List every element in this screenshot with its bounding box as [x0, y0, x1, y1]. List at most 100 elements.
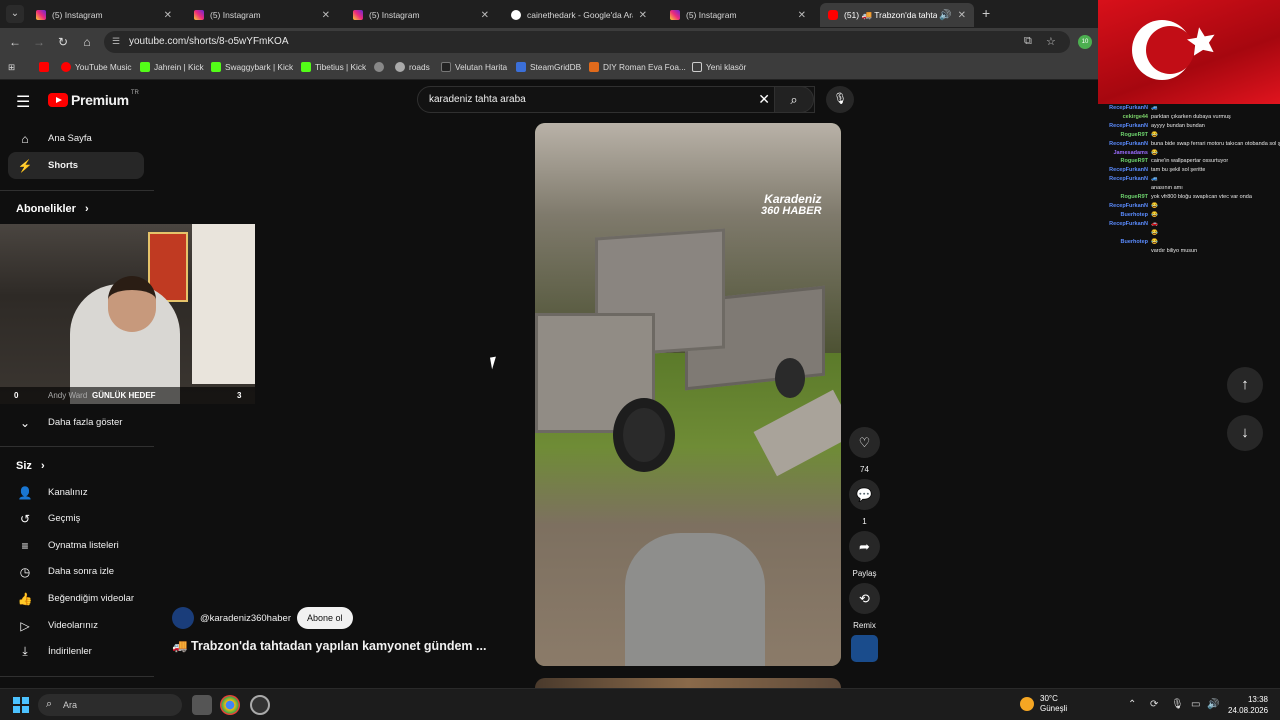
bookmark-item[interactable]: roads	[395, 62, 430, 72]
chat-message: RecepFurkanN 🚗	[1088, 220, 1280, 229]
bookmark-item[interactable]: YouTube Music	[61, 62, 132, 72]
bookmark-item[interactable]	[374, 62, 388, 72]
close-icon[interactable]: ✕	[322, 10, 330, 21]
browser-tab[interactable]: (5) Instagram ✕	[28, 3, 180, 27]
sidebar-item-label: Oynatma listeleri	[48, 540, 119, 551]
watch-later-icon: ◷	[19, 564, 31, 579]
home-icon[interactable]: ⌂	[78, 33, 96, 51]
network-icon[interactable]: ▭	[1191, 699, 1200, 710]
close-icon[interactable]: ✕	[798, 10, 806, 21]
instagram-icon	[670, 10, 680, 20]
apps-icon[interactable]: ⊞	[8, 62, 15, 72]
install-app-icon[interactable]: ⧉	[1024, 35, 1032, 48]
task-view-icon[interactable]	[192, 695, 212, 715]
close-icon[interactable]: ✕	[164, 10, 172, 21]
new-tab-button[interactable]: +	[982, 5, 990, 21]
search-input[interactable]: karadeniz tahta araba	[429, 94, 526, 105]
bookmark-youtube[interactable]	[39, 62, 53, 72]
address-bar[interactable]: ☰ youtube.com/shorts/8-o5wYFmKOA ⧉ ☆	[104, 31, 1070, 53]
reload-icon[interactable]: ↻	[54, 33, 72, 51]
kick-icon	[211, 62, 221, 72]
short-title[interactable]: 🚚 Trabzon'da tahtadan yapılan kamyonet g…	[172, 639, 486, 654]
comments-button[interactable]: 💬 1	[849, 479, 880, 526]
comment-count: 1	[862, 517, 867, 526]
windows-start-icon[interactable]	[13, 697, 29, 713]
search-bar[interactable]: karadeniz tahta araba ✕ ⌕	[417, 86, 815, 113]
goal-label: GÜNLÜK HEDEF	[92, 391, 156, 400]
browser-tab[interactable]: cainethedark - Google'da Ara ✕	[503, 3, 655, 27]
clock[interactable]: 13:38 24.08.2026	[1228, 694, 1268, 716]
sidebar-item-shorts[interactable]: ⚡ Shorts	[8, 152, 144, 179]
bookmark-item[interactable]: DIY Roman Eva Foa...	[589, 62, 686, 72]
subscriptions-header[interactable]: Abonelikler ›	[16, 203, 89, 215]
browser-tab-active[interactable]: (51) 🚚 Trabzon'da tahtada 🔊 ✕	[820, 3, 974, 27]
crescent-star-icon	[1132, 20, 1215, 80]
site-info-icon[interactable]: ☰	[112, 36, 124, 48]
sidebar-item-label: Beğendiğim videolar	[48, 593, 135, 604]
taskbar-search[interactable]: ⌕ Ara	[38, 694, 182, 716]
tab-search-button[interactable]: ⌄	[6, 5, 24, 23]
bookmark-item[interactable]: Tibetius | Kick	[301, 62, 366, 72]
sidebar-item-label: Shorts	[48, 160, 79, 171]
sidebar-item-home[interactable]: ⌂ Ana Sayfa	[8, 125, 144, 152]
back-icon[interactable]: ←	[6, 33, 24, 51]
microphone-icon[interactable]: 🎙	[1171, 699, 1184, 710]
short-video-player[interactable]: Karadeniz 360 HABER	[535, 123, 841, 666]
forward-icon[interactable]: →	[30, 33, 48, 51]
next-short-button[interactable]: ↓	[1227, 415, 1263, 451]
sidebar-item-history[interactable]: ↺ Geçmiş	[8, 505, 144, 532]
roads-icon	[395, 62, 405, 72]
extension-icon[interactable]: 10	[1078, 35, 1092, 49]
weather-widget[interactable]: 30°C Güneşli	[1020, 694, 1067, 714]
search-button[interactable]: ⌕	[774, 86, 814, 113]
thumbs-up-icon: 👍	[17, 591, 33, 606]
bookmark-star-icon[interactable]: ☆	[1046, 35, 1056, 48]
sidebar-item-your-videos[interactable]: ▷ Videolarınız	[8, 612, 144, 639]
clear-search-icon[interactable]: ✕	[758, 91, 770, 108]
close-icon[interactable]: ✕	[639, 10, 647, 21]
volume-icon[interactable]: 🔊	[1207, 699, 1219, 710]
browser-tab[interactable]: (5) Instagram ✕	[186, 3, 338, 27]
channel-avatar-button[interactable]	[851, 635, 878, 662]
sidebar-item-liked-videos[interactable]: 👍 Beğendiğim videolar	[8, 585, 144, 612]
sync-icon[interactable]: ⟳	[1150, 699, 1158, 710]
previous-short-button[interactable]: ↑	[1227, 367, 1263, 403]
sidebar-item-downloads[interactable]: ⤓ İndirilenler	[8, 638, 144, 665]
like-count: 74	[860, 465, 869, 474]
bookmark-folder[interactable]: Yeni klasör	[692, 62, 746, 72]
bookmark-item[interactable]: Jahrein | Kick	[140, 62, 204, 72]
close-icon[interactable]: ✕	[481, 10, 489, 21]
chrome-icon[interactable]	[220, 695, 240, 715]
like-button[interactable]: ♡ 74	[849, 427, 880, 474]
bookmark-item[interactable]: Velutan Harita	[441, 62, 507, 72]
bookmark-item[interactable]: Swaggybark | Kick	[211, 62, 293, 72]
bookmark-item[interactable]: SteamGridDB	[516, 62, 581, 72]
share-button[interactable]: ➦ Paylaş	[849, 531, 880, 578]
chat-text: ayyyy bundan bundan	[1151, 122, 1205, 129]
chevron-right-icon: ›	[84, 203, 89, 215]
sidebar-item-your-channel[interactable]: 👤 Kanalınız	[8, 479, 144, 506]
youtube-premium-logo[interactable]: Premium TR	[48, 90, 139, 108]
obs-icon[interactable]	[250, 695, 270, 715]
subscribe-button[interactable]: Abone ol	[296, 607, 353, 629]
show-more-button[interactable]: ⌄ Daha fazla göster	[8, 409, 144, 436]
hamburger-menu-icon[interactable]: ☰	[16, 92, 30, 112]
channel-handle[interactable]: @karadeniz360haber	[200, 613, 291, 624]
bookmark-label: DIY Roman Eva Foa...	[603, 62, 686, 72]
sidebar-item-playlists[interactable]: ≡ Oynatma listeleri	[8, 532, 144, 559]
goal-current: 0	[14, 391, 19, 400]
sidebar-item-watch-later[interactable]: ◷ Daha sonra izle	[8, 558, 144, 585]
browser-tab[interactable]: (5) Instagram ✕	[345, 3, 497, 27]
history-icon: ↺	[19, 511, 31, 526]
voice-search-icon[interactable]: 🎙	[826, 86, 854, 113]
channel-icon: 👤	[17, 485, 33, 500]
chevron-down-icon: ⌄	[19, 415, 31, 430]
close-icon[interactable]: ✕	[958, 10, 966, 21]
chevron-up-icon[interactable]: ⌃	[1128, 699, 1136, 710]
speaker-icon[interactable]: 🔊	[939, 10, 951, 21]
remix-button[interactable]: ⟲ Remix	[849, 583, 880, 630]
weather-desc: Güneşli	[1040, 704, 1068, 713]
browser-tab[interactable]: (5) Instagram ✕	[662, 3, 814, 27]
you-header[interactable]: Siz ›	[16, 460, 45, 472]
channel-avatar[interactable]	[172, 607, 194, 629]
